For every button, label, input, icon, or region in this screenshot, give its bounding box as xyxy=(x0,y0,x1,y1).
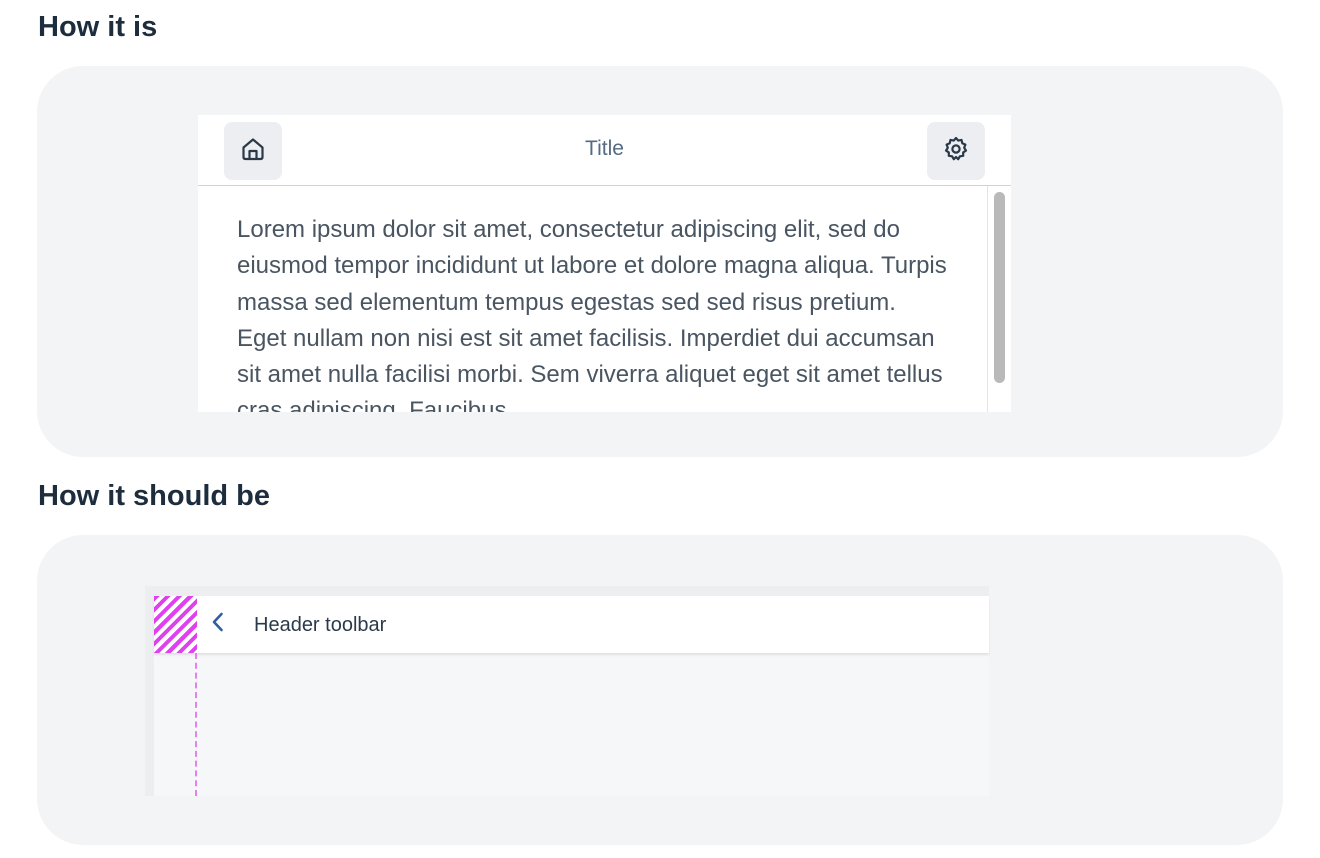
panel-current: Title Lorem ipsum dolor sit amet, consec… xyxy=(37,66,1283,457)
spacing-highlight xyxy=(154,596,197,653)
alignment-guide xyxy=(195,653,197,796)
page-preview: Header toolbar xyxy=(145,586,989,796)
heading-how-it-should-be: How it should be xyxy=(38,480,270,512)
heading-how-it-is: How it is xyxy=(38,11,158,43)
scrollbar[interactable] xyxy=(987,186,1011,412)
dialog-body-text: Lorem ipsum dolor sit amet, consectetur … xyxy=(237,216,947,412)
dialog-content: Lorem ipsum dolor sit amet, consectetur … xyxy=(198,186,988,412)
chevron-left-icon xyxy=(210,611,226,638)
frame-top-strip xyxy=(145,586,989,596)
toolbar-title: Header toolbar xyxy=(254,614,387,636)
frame-left-strip xyxy=(145,586,154,796)
gear-icon xyxy=(942,135,970,168)
back-button[interactable] xyxy=(207,610,229,638)
panel-expected: Header toolbar xyxy=(37,535,1283,845)
dialog-header: Title xyxy=(198,115,1011,186)
settings-button[interactable] xyxy=(927,122,985,180)
dialog-preview: Title Lorem ipsum dolor sit amet, consec… xyxy=(198,115,1011,412)
scrollbar-thumb[interactable] xyxy=(994,192,1005,383)
dialog-title: Title xyxy=(585,137,624,160)
